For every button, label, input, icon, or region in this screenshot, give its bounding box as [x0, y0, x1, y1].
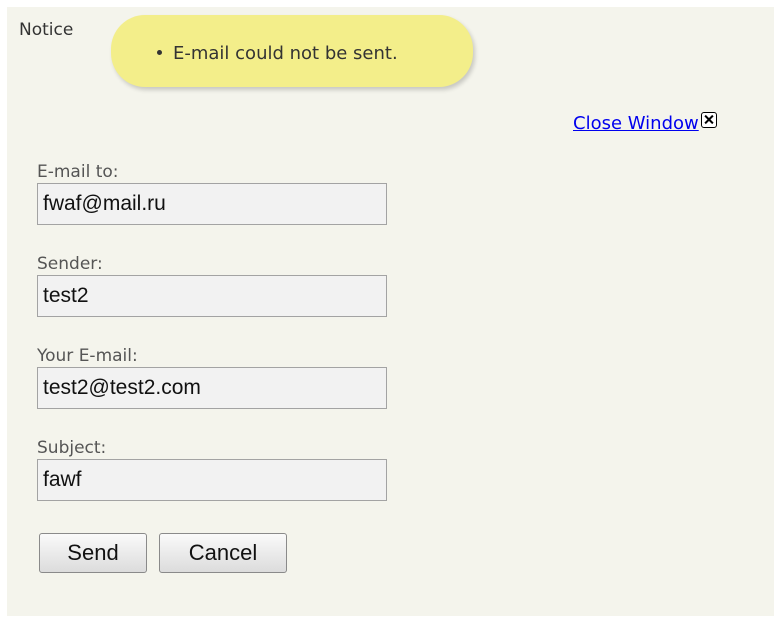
sender-input[interactable]: test2 [37, 275, 387, 317]
send-button[interactable]: Send [39, 533, 147, 573]
your-email-field: Your E-mail: test2@test2.com [37, 346, 387, 409]
close-icon[interactable] [700, 112, 717, 128]
email-to-field: E-mail to: fwaf@mail.ru [37, 162, 387, 225]
bullet-icon [157, 49, 162, 55]
sender-label: Sender: [37, 254, 103, 274]
subject-field: Subject: fawf [37, 438, 387, 501]
close-window-label[interactable]: Close Window [573, 113, 699, 134]
notice-message: E-mail could not be sent. [157, 43, 398, 64]
email-dialog: Notice E-mail could not be sent. Close W… [7, 7, 774, 616]
subject-label: Subject: [37, 438, 107, 458]
email-to-input[interactable]: fwaf@mail.ru [37, 183, 387, 225]
cancel-button[interactable]: Cancel [159, 533, 287, 573]
your-email-label: Your E-mail: [37, 346, 138, 366]
notice-bubble: E-mail could not be sent. [111, 15, 473, 87]
notice-message-text: E-mail could not be sent. [173, 43, 398, 64]
email-to-label: E-mail to: [37, 162, 119, 182]
your-email-input[interactable]: test2@test2.com [37, 367, 387, 409]
sender-field: Sender: test2 [37, 254, 387, 317]
close-window-link[interactable]: Close Window [573, 112, 717, 134]
subject-input[interactable]: fawf [37, 459, 387, 501]
notice-label: Notice [19, 20, 74, 40]
